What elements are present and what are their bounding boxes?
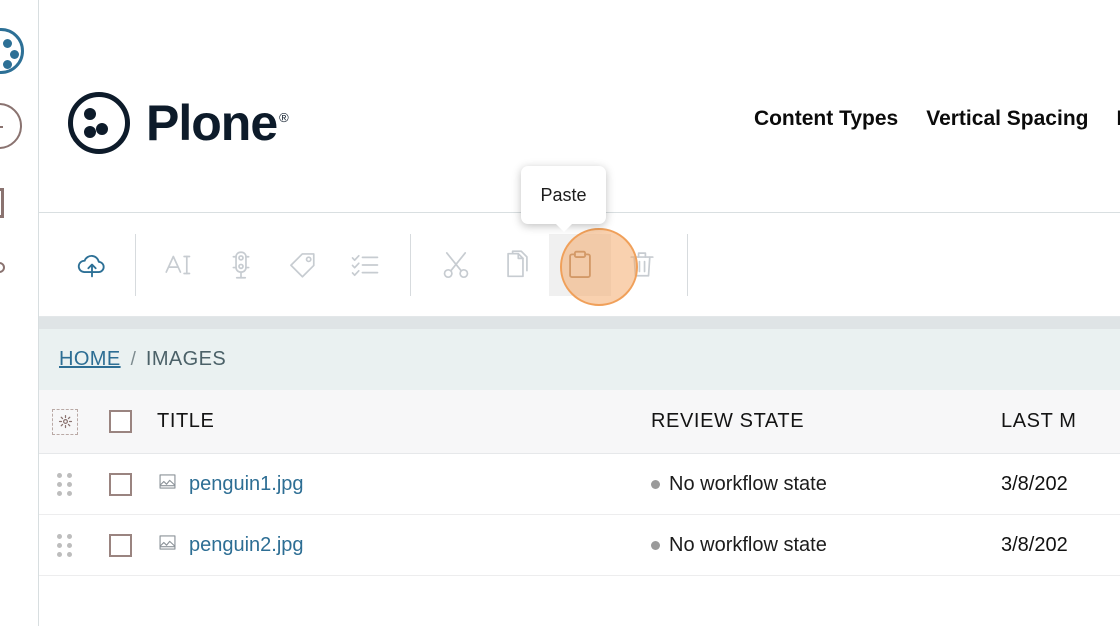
properties-checklist-icon[interactable] [334,234,396,296]
user-avatar-icon[interactable] [0,103,22,149]
row-select-cell [91,533,149,557]
gear-icon[interactable] [52,408,78,435]
row-review-state-cell: No workflow state [651,473,1001,496]
tag-icon[interactable] [272,234,334,296]
toolbar-divider-1 [135,233,136,296]
plone-logo-icon[interactable] [0,28,24,74]
toolbar-group-clipboard [425,233,673,296]
column-header-title-label: TITLE [157,410,215,432]
nav-item-content-types[interactable]: Content Types [754,108,898,129]
workflow-state-icon[interactable] [210,234,272,296]
brand-title: Plone ® [146,95,289,151]
left-toolbar-rail [0,0,39,626]
delete-trash-icon[interactable] [611,234,673,296]
column-settings-cell [39,408,91,435]
row-last-modified-cell: 3/8/202 [1001,473,1120,496]
row-checkbox[interactable] [108,472,132,496]
row-checkbox[interactable] [108,533,132,557]
column-header-title[interactable]: TITLE [149,410,651,433]
rename-icon[interactable] [148,234,210,296]
row-last-modified-text: 3/8/202 [1001,472,1068,495]
image-file-icon [157,532,178,558]
cut-scissors-icon[interactable] [425,234,487,296]
toolbar-group-primary [61,234,123,296]
breadcrumb: HOME / IMAGES [39,329,1120,390]
plone-content-manager-screen: Plone® Content Types Vertical Spacing Bl… [0,0,1120,626]
row-drag-handle-cell [39,472,91,496]
row-review-state-text: No workflow state [669,533,827,556]
row-title-link[interactable]: penguin1.jpg [189,473,304,496]
brand-title-text: Plone [146,95,278,151]
site-header: Plone® Content Types Vertical Spacing Bl… [39,0,1120,224]
table-header-row: TITLE REVIEW STATE LAST M [39,390,1120,454]
rail-block-icon[interactable] [0,188,4,218]
plone-brand-logo-icon [68,92,130,154]
brand-trademark: ® [279,110,289,126]
toolbar-divider-2 [410,233,411,296]
row-select-cell [91,472,149,496]
breadcrumb-separator: / [130,348,136,370]
main-navigation: Content Types Vertical Spacing Bloc [754,108,1120,129]
row-review-state-text: No workflow state [669,472,827,495]
column-header-review-state-label: REVIEW STATE [651,410,805,432]
row-review-state-cell: No workflow state [651,534,1001,557]
table-row[interactable]: penguin1.jpg No workflow state 3/8/202 [39,454,1120,515]
drag-handle-icon[interactable] [57,472,73,496]
table-row[interactable]: penguin2.jpg No workflow state 3/8/202 [39,515,1120,576]
content-action-toolbar [39,213,1120,317]
main-column: Plone® Content Types Vertical Spacing Bl… [39,0,1120,626]
paste-tooltip-label: Paste [540,184,587,205]
nav-item-vertical-spacing[interactable]: Vertical Spacing [926,108,1088,129]
select-all-cell [91,410,149,433]
paste-tooltip: Paste [521,166,606,224]
rail-glyph-icon[interactable] [0,262,5,273]
section-separator-band [39,317,1120,329]
drag-handle-icon[interactable] [57,533,73,557]
contents-table: TITLE REVIEW STATE LAST M penguin1.jpg N… [39,390,1120,576]
select-all-checkbox[interactable] [108,410,132,433]
row-title-link[interactable]: penguin2.jpg [189,534,304,557]
upload-cloud-icon[interactable] [61,234,123,296]
toolbar-divider-3 [687,233,688,296]
row-last-modified-cell: 3/8/202 [1001,534,1120,557]
column-header-review-state[interactable]: REVIEW STATE [651,410,1001,433]
row-title-cell: penguin2.jpg [149,532,651,558]
nav-item-blocks[interactable]: Bloc [1116,108,1120,129]
status-dot-icon [651,479,660,489]
column-header-last-modified-label: LAST M [1001,410,1077,432]
breadcrumb-home-link[interactable]: HOME [59,348,121,371]
status-dot-icon [651,540,660,550]
copy-icon[interactable] [487,234,549,296]
toolbar-group-edit [148,234,396,296]
row-title-cell: penguin1.jpg [149,471,651,497]
row-drag-handle-cell [39,533,91,557]
breadcrumb-current: IMAGES [145,348,227,370]
site-brand[interactable]: Plone ® [68,92,289,154]
paste-icon[interactable] [549,233,611,296]
image-file-icon [157,471,178,497]
row-last-modified-text: 3/8/202 [1001,533,1068,556]
column-header-last-modified[interactable]: LAST M [1001,410,1120,433]
